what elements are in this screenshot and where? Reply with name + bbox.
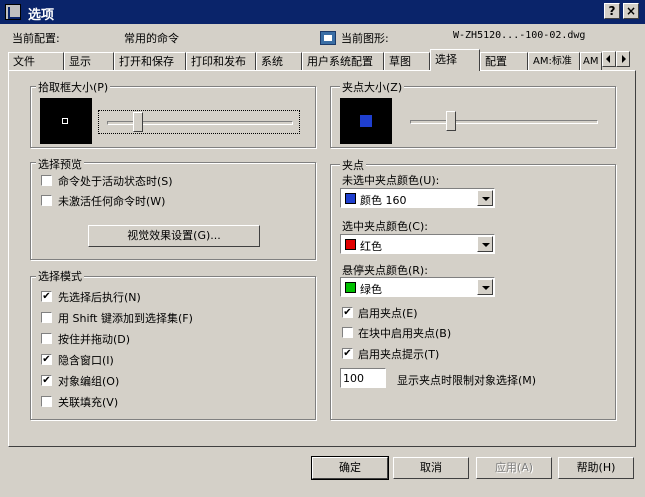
grips-title: 夹点 [340,157,366,173]
tab-display[interactable]: 显示 [64,52,114,70]
pickbox-slider[interactable] [98,110,300,134]
pickbox-preview [40,98,92,144]
current-profile-value: 常用的命令 [124,32,179,45]
grip-square-icon [360,115,372,127]
pickbox-slider-thumb[interactable] [133,112,144,132]
unselected-grip-color-label: 未选中夹点颜色(U): [342,174,440,187]
pickbox-title: 拾取框大小(P) [36,79,111,95]
enable-grips-label: 启用夹点(E) [358,307,418,320]
cancel-button[interactable]: 取消 [393,457,469,479]
selected-color-value: 红色 [360,240,382,253]
tab-profiles[interactable]: 配置 [480,52,528,70]
current-drawing-value: W-ZH5120...-100-02.dwg [453,30,586,41]
unselected-color-value: 颜色 160 [360,194,407,207]
pickbox-square-icon [62,118,68,124]
help-button[interactable]: 帮助(H) [558,457,634,479]
tab-plot-publish[interactable]: 打印和发布 [186,52,256,70]
grip-size-slider-thumb[interactable] [445,111,456,131]
enable-grips-checkbox[interactable]: ✔ [342,307,353,318]
chevron-down-icon[interactable] [477,236,493,252]
app-icon [5,4,21,20]
grip-size-slider[interactable] [406,110,602,134]
drawing-icon [320,31,336,45]
grip-size-slider-track [410,120,598,124]
tab-open-save[interactable]: 打开和保存 [114,52,186,70]
selected-color-swatch [345,239,356,250]
associative-hatch-label: 关联填充(V) [58,396,119,409]
apply-button[interactable]: 应用(A) [476,457,552,479]
tab-am-more[interactable]: AM [580,52,602,70]
grips-in-blocks-label: 在块中启用夹点(B) [358,327,452,340]
tab-scroll-right[interactable] [616,51,630,67]
unselected-grip-color-dropdown[interactable]: 颜色 160 [340,188,495,208]
hover-grip-color-label: 悬停夹点颜色(R): [342,264,428,277]
close-button[interactable]: × [623,3,639,19]
hover-color-value: 绿色 [360,283,382,296]
current-profile-label: 当前配置: [12,32,60,45]
window-title: 选项 [28,8,55,23]
tab-selection[interactable]: 选择 [430,49,480,71]
grip-limit-label: 显示夹点时限制对象选择(M) [397,374,537,387]
implied-window-checkbox[interactable]: ✔ [41,354,52,365]
help-title-button[interactable]: ? [604,3,620,19]
tab-drafting[interactable]: 草图 [384,52,430,70]
press-drag-checkbox[interactable] [41,333,52,344]
preview-inactive-label: 未激活任何命令时(W) [58,195,166,208]
grip-limit-value: 100 [343,372,364,385]
grip-size-preview [340,98,392,144]
grip-size-title: 夹点大小(Z) [340,79,405,95]
chevron-down-icon[interactable] [477,190,493,206]
preview-active-checkbox[interactable] [41,175,52,186]
implied-window-label: 隐含窗口(I) [58,354,114,367]
shift-add-label: 用 Shift 键添加到选择集(F) [58,312,193,325]
visual-effects-button[interactable]: 视觉效果设置(G)... [88,225,260,247]
grip-limit-input[interactable]: 100 [340,368,386,388]
chevron-down-icon[interactable] [477,279,493,295]
current-drawing-label: 当前图形: [341,32,389,45]
title-bar: 选项 ? × [0,0,645,24]
tab-user-preferences[interactable]: 用户系统配置 [302,52,384,70]
tab-system[interactable]: 系统 [256,52,302,70]
shift-add-checkbox[interactable] [41,312,52,323]
hover-grip-color-dropdown[interactable]: 绿色 [340,277,495,297]
preview-inactive-checkbox[interactable] [41,195,52,206]
tab-files[interactable]: 文件 [8,52,64,70]
selected-grip-color-dropdown[interactable]: 红色 [340,234,495,254]
hover-color-swatch [345,282,356,293]
object-grouping-checkbox[interactable]: ✔ [41,375,52,386]
selection-modes-title: 选择模式 [36,268,84,284]
associative-hatch-checkbox[interactable] [41,396,52,407]
ok-button[interactable]: 确定 [311,456,389,480]
grips-in-blocks-checkbox[interactable] [342,327,353,338]
tab-scroll-left[interactable] [602,51,616,67]
grip-tips-checkbox[interactable]: ✔ [342,348,353,359]
selected-grip-color-label: 选中夹点颜色(C): [342,220,428,233]
press-drag-label: 按住并拖动(D) [58,333,131,346]
noun-verb-checkbox[interactable]: ✔ [41,291,52,302]
noun-verb-label: 先选择后执行(N) [58,291,141,304]
object-grouping-label: 对象编组(O) [58,375,120,388]
grip-tips-label: 启用夹点提示(T) [358,348,440,361]
selection-preview-title: 选择预览 [36,156,84,172]
tab-am-standard[interactable]: AM:标准 [528,52,580,70]
unselected-color-swatch [345,193,356,204]
preview-active-label: 命令处于活动状态时(S) [58,175,173,188]
